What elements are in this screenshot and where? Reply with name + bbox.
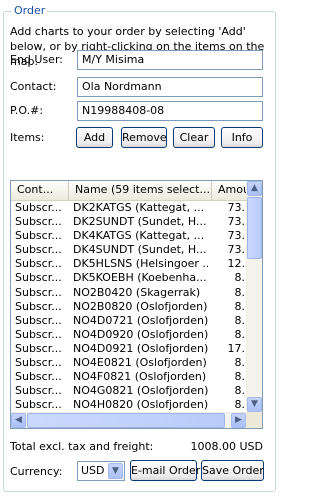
item-name: NO4G0821 (Oslofjorden) (73, 384, 208, 398)
item-type: Subscr... (15, 257, 62, 271)
item-type: Subscr... (15, 215, 62, 229)
items-label: Items: (10, 131, 45, 144)
item-amount: 73. (227, 243, 246, 257)
chevron-down-icon[interactable]: ▼ (108, 463, 123, 479)
item-type: Subscr... (15, 201, 62, 214)
po-field[interactable]: N19988408-08 (77, 101, 263, 121)
vertical-scroll-thumb[interactable] (247, 197, 262, 259)
list-item[interactable]: Subscr... NO2B0420 (Skagerrak) 8. (11, 286, 247, 300)
clear-button[interactable]: Clear (173, 127, 215, 148)
item-type: Subscr... (15, 398, 62, 412)
list-rows: Subscr... DK2KATGS (Kattegat, ... 73. Subsc… (11, 201, 247, 428)
scrollbar-corner (246, 412, 262, 428)
item-amount: 12. (227, 257, 246, 271)
item-type: Subscr... (15, 271, 62, 285)
item-type: Subscr... (15, 313, 62, 327)
email-order-button[interactable]: E-mail Order (130, 460, 200, 481)
item-type: Subscr... (15, 229, 62, 243)
list-item[interactable]: Subscr... NO4H0820 (Oslofjorden) 8. (11, 398, 247, 412)
arrow-right-icon[interactable]: ▶ (231, 413, 246, 428)
item-type: Subscr... (15, 356, 62, 370)
currency-select[interactable]: USD ▼ (77, 461, 125, 481)
vertical-scrollbar[interactable]: ▲ ▼ (246, 181, 262, 412)
list-item[interactable]: Subscr... NO4D0920 (Oslofjorden) 8. (11, 328, 247, 342)
order-legend: Order (12, 4, 48, 17)
item-amount: 73. (227, 201, 246, 214)
list-item[interactable]: Subscr... DK4SUNDT (Sundet, H... 73. (11, 243, 247, 257)
item-name: DK5HLSNS (Helsingoer ... (73, 257, 208, 271)
list-item[interactable]: Subscr... DK2KATGS (Kattegat, ... 73. (11, 201, 247, 215)
arrow-up-icon[interactable]: ▲ (247, 181, 262, 196)
column-header-content[interactable]: Cont... (11, 181, 69, 200)
add-button[interactable]: Add (76, 127, 113, 148)
list-header: Cont... Name (59 items select... Amou (11, 181, 247, 201)
list-item[interactable]: Subscr... NO4E0821 (Oslofjorden) 8. (11, 356, 247, 370)
item-amount: 8. (234, 356, 246, 370)
save-order-button[interactable]: Save Order (201, 460, 264, 481)
item-amount: 8. (234, 299, 246, 313)
item-amount: 8. (234, 370, 246, 384)
item-amount: 8. (234, 271, 246, 285)
total-value: 1008.00 USD (190, 440, 264, 453)
item-name: DK4SUNDT (Sundet, H... (73, 243, 207, 257)
list-item[interactable]: Subscr... DK5KOEBH (Koebenha... 8. (11, 271, 247, 285)
item-name: NO4D0721 (Oslofjorden) (73, 313, 208, 327)
item-amount: 8. (234, 384, 246, 398)
item-name: DK2SUNDT (Sundet, H... (73, 215, 207, 229)
po-label: P.O.#: (10, 104, 44, 117)
item-name: NO4F0821 (Oslofjorden) (73, 370, 207, 384)
item-name: NO2B0820 (Oslofjorden) (73, 299, 208, 313)
item-amount: 17. (227, 341, 246, 355)
total-label: Total excl. tax and freight: (10, 440, 154, 453)
item-name: DK5KOEBH (Koebenha... (73, 271, 207, 285)
item-name: DK4KATGS (Kattegat, ... (73, 229, 205, 243)
info-button[interactable]: Info (221, 127, 263, 148)
item-amount: 8. (234, 313, 246, 327)
horizontal-scrollbar[interactable]: ◀ ▶ (11, 412, 246, 428)
item-type: Subscr... (15, 285, 62, 299)
currency-value: USD (81, 464, 105, 477)
item-type: Subscr... (15, 327, 62, 341)
item-name: NO2B0420 (Skagerrak) (73, 285, 201, 299)
item-name: NO4D0920 (Oslofjorden) (73, 327, 208, 341)
currency-label: Currency: (10, 465, 63, 478)
item-type: Subscr... (15, 341, 62, 355)
list-item[interactable]: Subscr... DK5HLSNS (Helsingoer ... 12. (11, 257, 247, 271)
column-header-name[interactable]: Name (59 items select... (69, 181, 212, 200)
list-item[interactable]: Subscr... NO2B0820 (Oslofjorden) 8. (11, 300, 247, 314)
item-name: NO4D0921 (Oslofjorden) (73, 341, 208, 355)
list-item[interactable]: Subscr... NO4G0821 (Oslofjorden) 8. (11, 384, 247, 398)
list-item[interactable]: Subscr... NO4D0721 (Oslofjorden) 8. (11, 314, 247, 328)
horizontal-scroll-thumb[interactable] (27, 413, 225, 428)
remove-button[interactable]: Remove (121, 127, 167, 148)
list-item[interactable]: Subscr... NO4D0921 (Oslofjorden) 17. (11, 342, 247, 356)
list-item[interactable]: Subscr... DK2SUNDT (Sundet, H... 73. (11, 215, 247, 229)
item-amount: 73. (227, 229, 246, 243)
end-user-field[interactable]: M/Y Misima (77, 50, 263, 70)
item-amount: 8. (234, 398, 246, 412)
end-user-label: End User: (10, 53, 63, 66)
item-name: NO4H0820 (Oslofjorden) (73, 398, 208, 412)
list-item[interactable]: Subscr... DK4KATGS (Kattegat, ... 73. (11, 229, 247, 243)
arrow-down-icon[interactable]: ▼ (247, 397, 262, 412)
arrow-left-icon[interactable]: ◀ (11, 413, 26, 428)
item-name: NO4E0821 (Oslofjorden) (73, 356, 207, 370)
items-list[interactable]: Cont... Name (59 items select... Amou Su… (10, 180, 263, 429)
column-header-amount[interactable]: Amou (212, 181, 247, 200)
list-item[interactable]: Subscr... NO4F0821 (Oslofjorden) 8. (11, 370, 247, 384)
item-type: Subscr... (15, 243, 62, 257)
total-row: Total excl. tax and freight: 1008.00 USD (10, 440, 263, 453)
item-amount: 73. (227, 215, 246, 229)
item-amount: 8. (234, 285, 246, 299)
item-type: Subscr... (15, 384, 62, 398)
contact-field[interactable]: Ola Nordmann (77, 77, 263, 97)
item-type: Subscr... (15, 370, 62, 384)
contact-label: Contact: (10, 80, 57, 93)
item-name: DK2KATGS (Kattegat, ... (73, 201, 205, 214)
item-type: Subscr... (15, 299, 62, 313)
item-amount: 8. (234, 327, 246, 341)
